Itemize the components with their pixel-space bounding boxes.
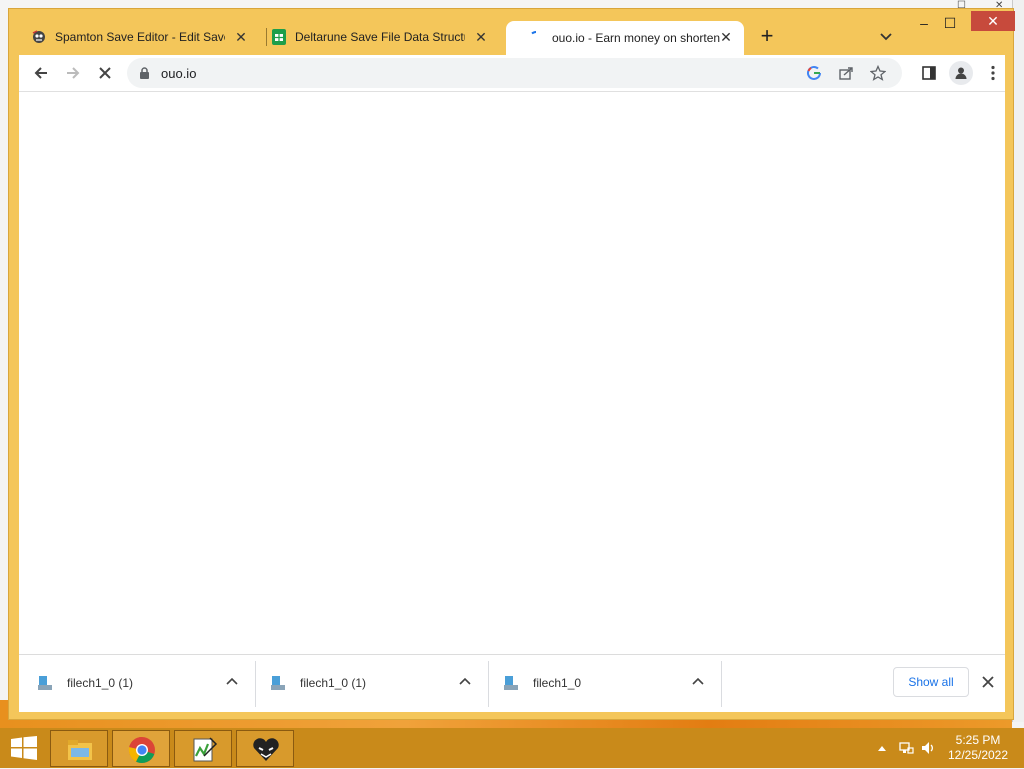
spamton-face-icon: [31, 29, 47, 45]
taskbar-game[interactable]: [236, 730, 294, 767]
maximize-button[interactable]: ☐: [937, 13, 963, 33]
show-all-button[interactable]: Show all: [893, 667, 969, 697]
system-clock[interactable]: 5:25 PM 12/25/2022: [940, 733, 1016, 763]
new-tab-button[interactable]: +: [757, 25, 777, 47]
chrome-window: Spamton Save Editor - Edit Save ✕ Deltar…: [8, 8, 1015, 720]
minimize-button[interactable]: –: [911, 13, 937, 33]
download-item[interactable]: filech1_0 (1): [252, 655, 484, 712]
address-bar[interactable]: ouo.io: [127, 58, 902, 88]
chevron-up-icon[interactable]: [458, 675, 472, 689]
download-filename: filech1_0 (1): [67, 676, 134, 690]
back-arrow-icon[interactable]: [31, 63, 51, 83]
page-content: [19, 91, 1005, 654]
close-tab-icon[interactable]: ✕: [718, 29, 734, 45]
download-filename: filech1_0: [533, 676, 582, 690]
divider: [721, 661, 722, 707]
taskbar-file-explorer[interactable]: [50, 730, 108, 767]
tab-ouo-io[interactable]: ouo.io - Earn money on shorten ✕: [506, 21, 744, 55]
file-icon: [503, 675, 519, 691]
file-icon: [37, 675, 53, 691]
tab-title: ouo.io - Earn money on shorten: [552, 31, 721, 45]
chevron-up-icon[interactable]: [691, 675, 705, 689]
bookmark-star-icon[interactable]: [868, 64, 888, 82]
tab-deltarune-data-structure[interactable]: Deltarune Save File Data Structur ✕: [249, 21, 499, 53]
chevron-up-icon[interactable]: [225, 675, 239, 689]
browser-toolbar: ouo.io: [19, 55, 1005, 91]
close-tab-icon[interactable]: ✕: [233, 29, 249, 45]
download-item[interactable]: filech1_0 (1): [19, 655, 251, 712]
download-item[interactable]: filech1_0: [485, 655, 717, 712]
downloads-bar: filech1_0 (1) filech1_0 (1) filech1_0 Sh…: [19, 654, 1005, 712]
taskbar-chrome[interactable]: [112, 730, 170, 767]
close-tab-icon[interactable]: ✕: [473, 29, 489, 45]
windows-start-icon[interactable]: [10, 736, 38, 760]
loading-icon: [528, 30, 544, 46]
tab-strip: Spamton Save Editor - Edit Save ✕ Deltar…: [9, 9, 1015, 55]
google-lens-icon[interactable]: [804, 64, 824, 82]
forward-arrow-icon[interactable]: [63, 63, 83, 83]
file-icon: [270, 675, 286, 691]
profile-avatar-icon[interactable]: [949, 61, 973, 85]
clock-time: 5:25 PM: [955, 733, 1001, 747]
chevron-down-icon[interactable]: [877, 27, 895, 45]
file-explorer-icon: [66, 736, 94, 764]
tab-title: Spamton Save Editor - Edit Save: [55, 30, 225, 44]
heart-face-icon: [252, 736, 280, 764]
close-icon[interactable]: [981, 675, 995, 689]
lock-icon[interactable]: [139, 67, 150, 85]
notepad-plus-icon: [190, 736, 218, 764]
clock-date: 12/25/2022: [947, 748, 1009, 762]
volume-icon[interactable]: [920, 740, 936, 756]
side-panel-icon[interactable]: [919, 63, 939, 83]
show-hidden-icons-icon[interactable]: [874, 740, 890, 756]
address-url: ouo.io: [161, 66, 197, 81]
close-window-button[interactable]: ✕: [971, 11, 1015, 31]
tab-title: Deltarune Save File Data Structur: [295, 30, 465, 44]
stop-loading-icon[interactable]: [95, 63, 115, 83]
tab-spamton-save-editor[interactable]: Spamton Save Editor - Edit Save ✕: [9, 21, 259, 53]
menu-kebab-icon[interactable]: [983, 63, 1003, 83]
chrome-icon: [128, 736, 156, 764]
taskbar-notepad-plus[interactable]: [174, 730, 232, 767]
download-filename: filech1_0 (1): [300, 676, 367, 690]
network-icon[interactable]: [898, 740, 914, 756]
google-sheets-icon: [271, 29, 287, 45]
taskbar: 5:25 PM 12/25/2022: [0, 728, 1024, 768]
share-icon[interactable]: [836, 64, 856, 82]
